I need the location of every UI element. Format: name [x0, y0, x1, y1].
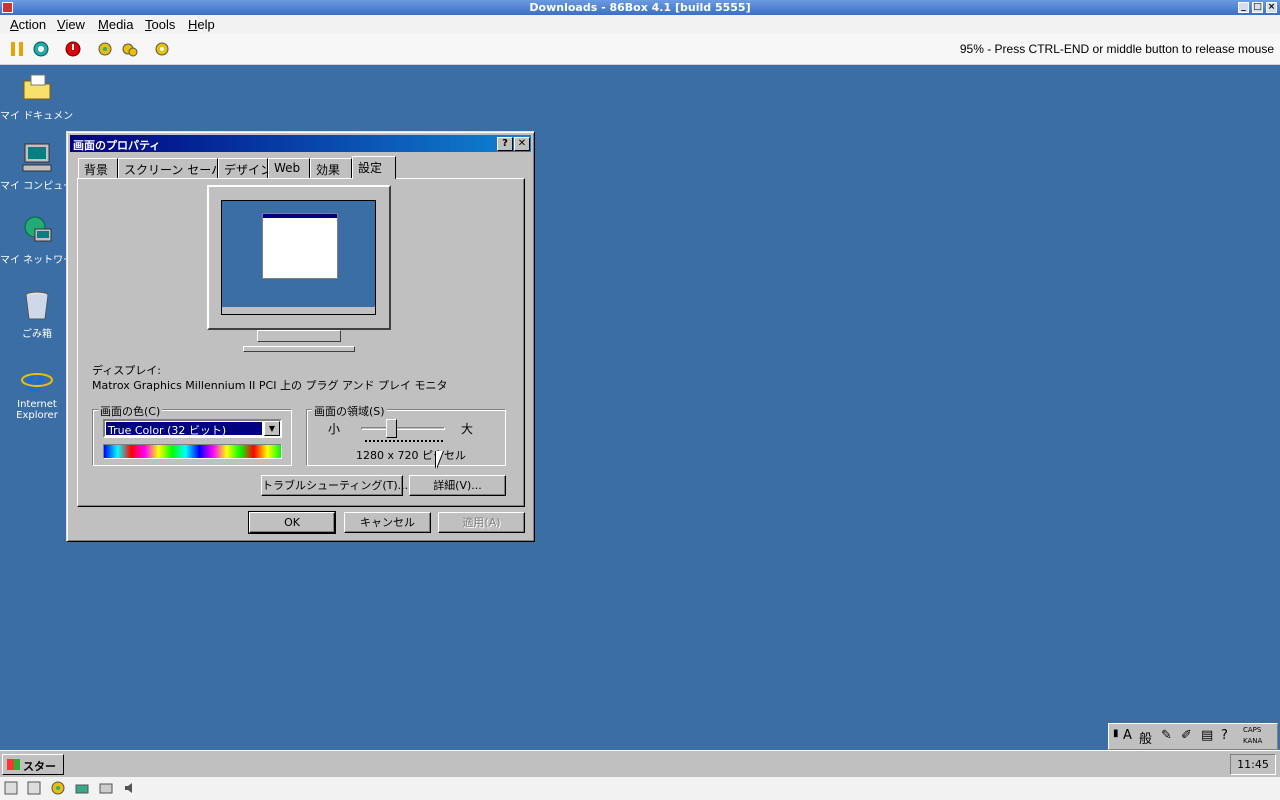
- display-name: Matrox Graphics Millennium II PCI 上の プラグ…: [92, 379, 448, 392]
- tab-effects[interactable]: 効果: [310, 158, 352, 178]
- recycle-bin-icon: [21, 289, 53, 321]
- windows-logo-icon: [7, 759, 20, 770]
- desktop-icon-my-documents[interactable]: マイ ドキュメント: [0, 71, 74, 122]
- internet-explorer-icon: e: [21, 361, 53, 399]
- monitor-preview-screen: [221, 200, 376, 315]
- mouse-cursor-icon: [436, 451, 443, 469]
- chevron-down-icon[interactable]: ▼: [264, 421, 280, 436]
- dialog-close-button[interactable]: ✕: [514, 137, 530, 151]
- ctrl-alt-del-icon[interactable]: [33, 41, 49, 57]
- desktop-icon-internet-explorer[interactable]: e Internet Explorer: [0, 361, 74, 421]
- sound-icon[interactable]: [123, 781, 137, 795]
- resolution-value: 1280 x 720 ピクセル: [356, 449, 466, 462]
- ok-button[interactable]: OK: [248, 511, 336, 534]
- colors-label: 画面の色(C): [98, 403, 163, 419]
- pause-icon[interactable]: [9, 41, 25, 57]
- ime-conversion-mode[interactable]: 般: [1139, 728, 1152, 747]
- color-depth-value: True Color (32 ビット): [105, 421, 263, 437]
- tab-background[interactable]: 背景: [78, 158, 118, 178]
- close-button[interactable]: ×: [1266, 2, 1277, 13]
- monitor-base: [243, 346, 355, 352]
- guest-taskbar: スタート 11:45: [0, 750, 1280, 789]
- ime-handle-icon[interactable]: ▮: [1113, 728, 1119, 739]
- advanced-button[interactable]: 詳細(V)...: [409, 475, 506, 496]
- preview-window: [262, 213, 338, 279]
- computer-icon: [21, 141, 53, 173]
- power-icon[interactable]: [65, 41, 81, 57]
- start-button[interactable]: スタート: [2, 754, 64, 789]
- apply-button[interactable]: 適用(A): [438, 512, 525, 533]
- desktop-icon-recycle-bin[interactable]: ごみ箱: [0, 289, 74, 340]
- tab-settings[interactable]: 設定: [352, 156, 396, 179]
- slider-max-label: 大: [461, 422, 474, 436]
- dialog-title-bar: 画面のプロパティ ? ✕: [70, 135, 531, 152]
- monitor-preview: [207, 185, 391, 330]
- menu-view[interactable]: View: [57, 17, 85, 32]
- tab-design[interactable]: デザイン: [218, 158, 272, 178]
- cdrom-icon[interactable]: [51, 781, 65, 795]
- ime-dictionary-icon[interactable]: ✐: [1181, 728, 1192, 743]
- color-depth-select[interactable]: True Color (32 ビット) ▼: [103, 419, 282, 438]
- ime-toolbar: ▮ A 般 ✎ ✐ ▤ ? CAPS KANA: [1108, 723, 1278, 750]
- host-menu-bar: Action View Media Tools Help: [0, 15, 1280, 34]
- help-button[interactable]: ?: [497, 137, 513, 151]
- svg-text:e: e: [25, 363, 45, 395]
- cancel-button[interactable]: キャンセル: [344, 512, 431, 533]
- kana-indicator: KANA: [1243, 737, 1263, 745]
- network-icon: [21, 215, 53, 247]
- menu-tools[interactable]: Tools: [145, 17, 175, 32]
- resolution-slider-track[interactable]: [361, 427, 445, 430]
- resolution-slider-thumb[interactable]: [386, 419, 397, 438]
- status-message: 95% - Press CTRL-END or middle button to…: [959, 42, 1274, 56]
- minimize-button[interactable]: _: [1238, 2, 1249, 13]
- settings-gear-icon[interactable]: [97, 41, 113, 57]
- taskbar-clock: 11:45: [1230, 754, 1276, 775]
- menu-media[interactable]: Media: [98, 17, 133, 32]
- machine-settings-icon[interactable]: [154, 41, 170, 57]
- ime-word-icon[interactable]: ▤: [1201, 728, 1213, 743]
- host-toolbar: 95% - Press CTRL-END or middle button to…: [0, 34, 1280, 65]
- screen-area-label: 画面の領域(S): [312, 403, 387, 419]
- slider-ticks: [365, 440, 443, 443]
- dialog-title: 画面のプロパティ: [73, 139, 161, 152]
- desktop-icon-my-network[interactable]: マイ ネットワーク: [0, 215, 74, 266]
- host-status-bar: [0, 777, 1280, 800]
- ime-help-icon[interactable]: ?: [1221, 728, 1228, 743]
- hard-reset-gear-icon[interactable]: [122, 41, 138, 57]
- ime-input-mode-icon[interactable]: A: [1123, 728, 1132, 743]
- tab-web[interactable]: Web: [268, 158, 310, 178]
- floppy-drive-2-icon[interactable]: [27, 781, 41, 795]
- menu-action[interactable]: Action: [10, 17, 46, 32]
- menu-help[interactable]: Help: [188, 17, 215, 32]
- ime-pad-icon[interactable]: ✎: [1161, 728, 1172, 743]
- network-card-icon[interactable]: [75, 781, 89, 795]
- preview-taskbar: [222, 307, 375, 314]
- host-window-title: Downloads - 86Box 4.1 [build 5555]: [529, 1, 751, 14]
- maximize-button[interactable]: □: [1252, 2, 1263, 13]
- folder-icon: [21, 71, 53, 103]
- floppy-drive-icon[interactable]: [4, 781, 18, 795]
- host-title-bar: Downloads - 86Box 4.1 [build 5555] _ □ ×: [0, 0, 1280, 15]
- tab-screensaver[interactable]: スクリーン セーバー: [118, 158, 235, 178]
- display-label: ディスプレイ:: [92, 364, 161, 377]
- monitor-stand: [257, 330, 341, 342]
- troubleshoot-button[interactable]: トラブルシューティング(T)...: [261, 475, 408, 496]
- color-spectrum-bar: [103, 444, 282, 459]
- desktop-icon-my-computer[interactable]: マイ コンピュータ: [0, 141, 74, 192]
- slider-min-label: 小: [328, 422, 341, 436]
- hard-disk-icon[interactable]: [99, 781, 113, 795]
- caps-indicator: CAPS: [1243, 726, 1262, 734]
